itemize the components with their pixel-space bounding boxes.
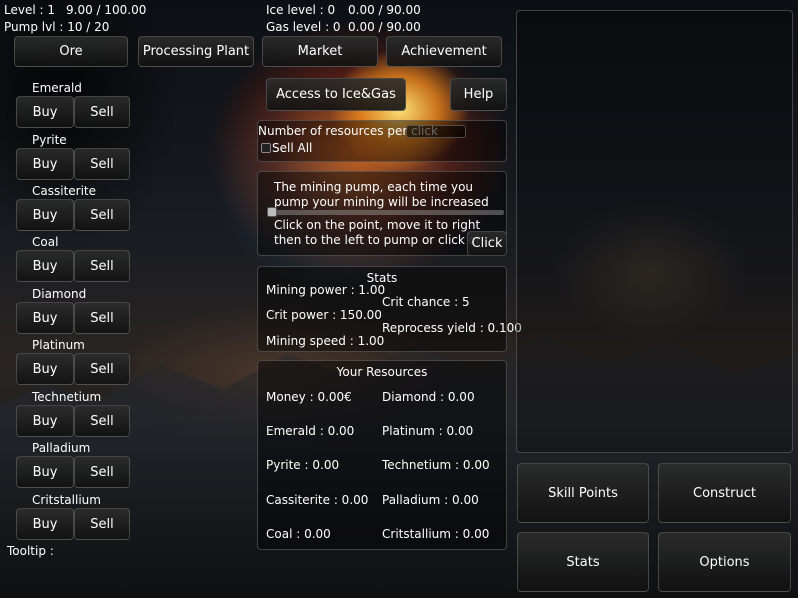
stat-crit-chance: Crit chance : 5 [382, 295, 470, 309]
sell-all-label: Sell All [272, 141, 313, 155]
pump-panel: The mining pump, each time you pump your… [257, 171, 507, 256]
resource-diamond: Diamond : 0.00 [382, 390, 475, 404]
buy-platinum-button[interactable]: Buy [16, 353, 74, 385]
resources-panel: Your Resources Money : 0.00€ Diamond : 0… [257, 360, 507, 550]
resource-platinum: Platinum : 0.00 [382, 424, 474, 438]
buy-critstallium-button[interactable]: Buy [16, 508, 74, 540]
resource-coal: Coal : 0.00 [266, 527, 331, 541]
ore-name-critstallium: Critstallium [32, 493, 101, 507]
scene-view-panel [516, 10, 793, 453]
construct-button[interactable]: Construct [658, 463, 791, 523]
pump-level-label: Pump lvl : 10 / 20 [4, 20, 110, 34]
gas-progress: 0.00 / 90.00 [348, 20, 421, 34]
stats-button[interactable]: Stats [517, 532, 649, 592]
resources-per-click-panel: Number of resources per click Sell All [257, 120, 507, 162]
ore-name-technetium: Technetium [32, 390, 102, 404]
buy-diamond-button[interactable]: Buy [16, 302, 74, 334]
stat-reprocess-yield: Reprocess yield : 0.100 [382, 321, 522, 335]
ore-name-pyrite: Pyrite [32, 133, 67, 147]
stat-crit-power: Crit power : 150.00 [266, 308, 382, 322]
ore-name-cassiterite: Cassiterite [32, 184, 97, 198]
ore-name-emerald: Emerald [32, 81, 82, 95]
level-label: Level : 1 [4, 3, 55, 17]
pump-text-line4: then to the left to pump or click on [274, 233, 484, 247]
sell-all-checkbox[interactable] [261, 143, 271, 153]
pump-slider-handle[interactable] [267, 207, 277, 217]
resource-technetium: Technetium : 0.00 [382, 458, 490, 472]
resource-palladium: Palladium : 0.00 [382, 493, 479, 507]
sell-coal-button[interactable]: Sell [74, 250, 130, 282]
stat-mining-power: Mining power : 1.00 [266, 283, 386, 297]
pump-text-line3: Click on the point, move it to right [274, 218, 481, 232]
resources-per-click-input[interactable] [406, 125, 466, 138]
ore-name-palladium: Palladium [32, 441, 91, 455]
access-ice-gas-button[interactable]: Access to Ice&Gas [266, 78, 406, 111]
pump-click-button[interactable]: Click [467, 231, 506, 255]
buy-palladium-button[interactable]: Buy [16, 456, 74, 488]
ice-level-label: Ice level : 0 [266, 3, 336, 17]
sell-pyrite-button[interactable]: Sell [74, 148, 130, 180]
resource-money: Money : 0.00€ [266, 390, 352, 404]
resource-critstallium: Critstallium : 0.00 [382, 527, 490, 541]
buy-pyrite-button[interactable]: Buy [16, 148, 74, 180]
resource-cassiterite: Cassiterite : 0.00 [266, 493, 369, 507]
tab-achievement[interactable]: Achievement [386, 36, 502, 67]
buy-coal-button[interactable]: Buy [16, 250, 74, 282]
stat-mining-speed: Mining speed : 1.00 [266, 334, 385, 348]
sell-emerald-button[interactable]: Sell [74, 96, 130, 128]
options-button[interactable]: Options [658, 532, 791, 592]
resources-title: Your Resources [336, 365, 428, 379]
sell-platinum-button[interactable]: Sell [74, 353, 130, 385]
sell-diamond-button[interactable]: Sell [74, 302, 130, 334]
ore-name-coal: Coal [32, 235, 59, 249]
pump-text-line2: pump your mining will be increased [274, 195, 489, 209]
tooltip-label: Tooltip : [7, 544, 54, 558]
sell-palladium-button[interactable]: Sell [74, 456, 130, 488]
buy-technetium-button[interactable]: Buy [16, 405, 74, 437]
buy-cassiterite-button[interactable]: Buy [16, 199, 74, 231]
ice-progress: 0.00 / 90.00 [348, 3, 421, 17]
level-progress: 9.00 / 100.00 [66, 3, 147, 17]
help-button[interactable]: Help [450, 78, 507, 111]
sell-critstallium-button[interactable]: Sell [74, 508, 130, 540]
tab-market[interactable]: Market [262, 36, 378, 67]
pump-slider-track[interactable] [268, 210, 504, 215]
ore-name-platinum: Platinum [32, 338, 85, 352]
resource-emerald: Emerald : 0.00 [266, 424, 355, 438]
resource-pyrite: Pyrite : 0.00 [266, 458, 340, 472]
sell-technetium-button[interactable]: Sell [74, 405, 130, 437]
tab-ore[interactable]: Ore [14, 36, 128, 67]
gas-level-label: Gas level : 0 [266, 20, 341, 34]
ore-name-diamond: Diamond [32, 287, 87, 301]
skill-points-button[interactable]: Skill Points [517, 463, 649, 523]
tab-processing-plant[interactable]: Processing Plant [138, 36, 254, 67]
buy-emerald-button[interactable]: Buy [16, 96, 74, 128]
stats-panel: Stats Mining power : 1.00 Crit chance : … [257, 266, 522, 352]
pump-text-line1: The mining pump, each time you [274, 180, 474, 194]
sell-cassiterite-button[interactable]: Sell [74, 199, 130, 231]
